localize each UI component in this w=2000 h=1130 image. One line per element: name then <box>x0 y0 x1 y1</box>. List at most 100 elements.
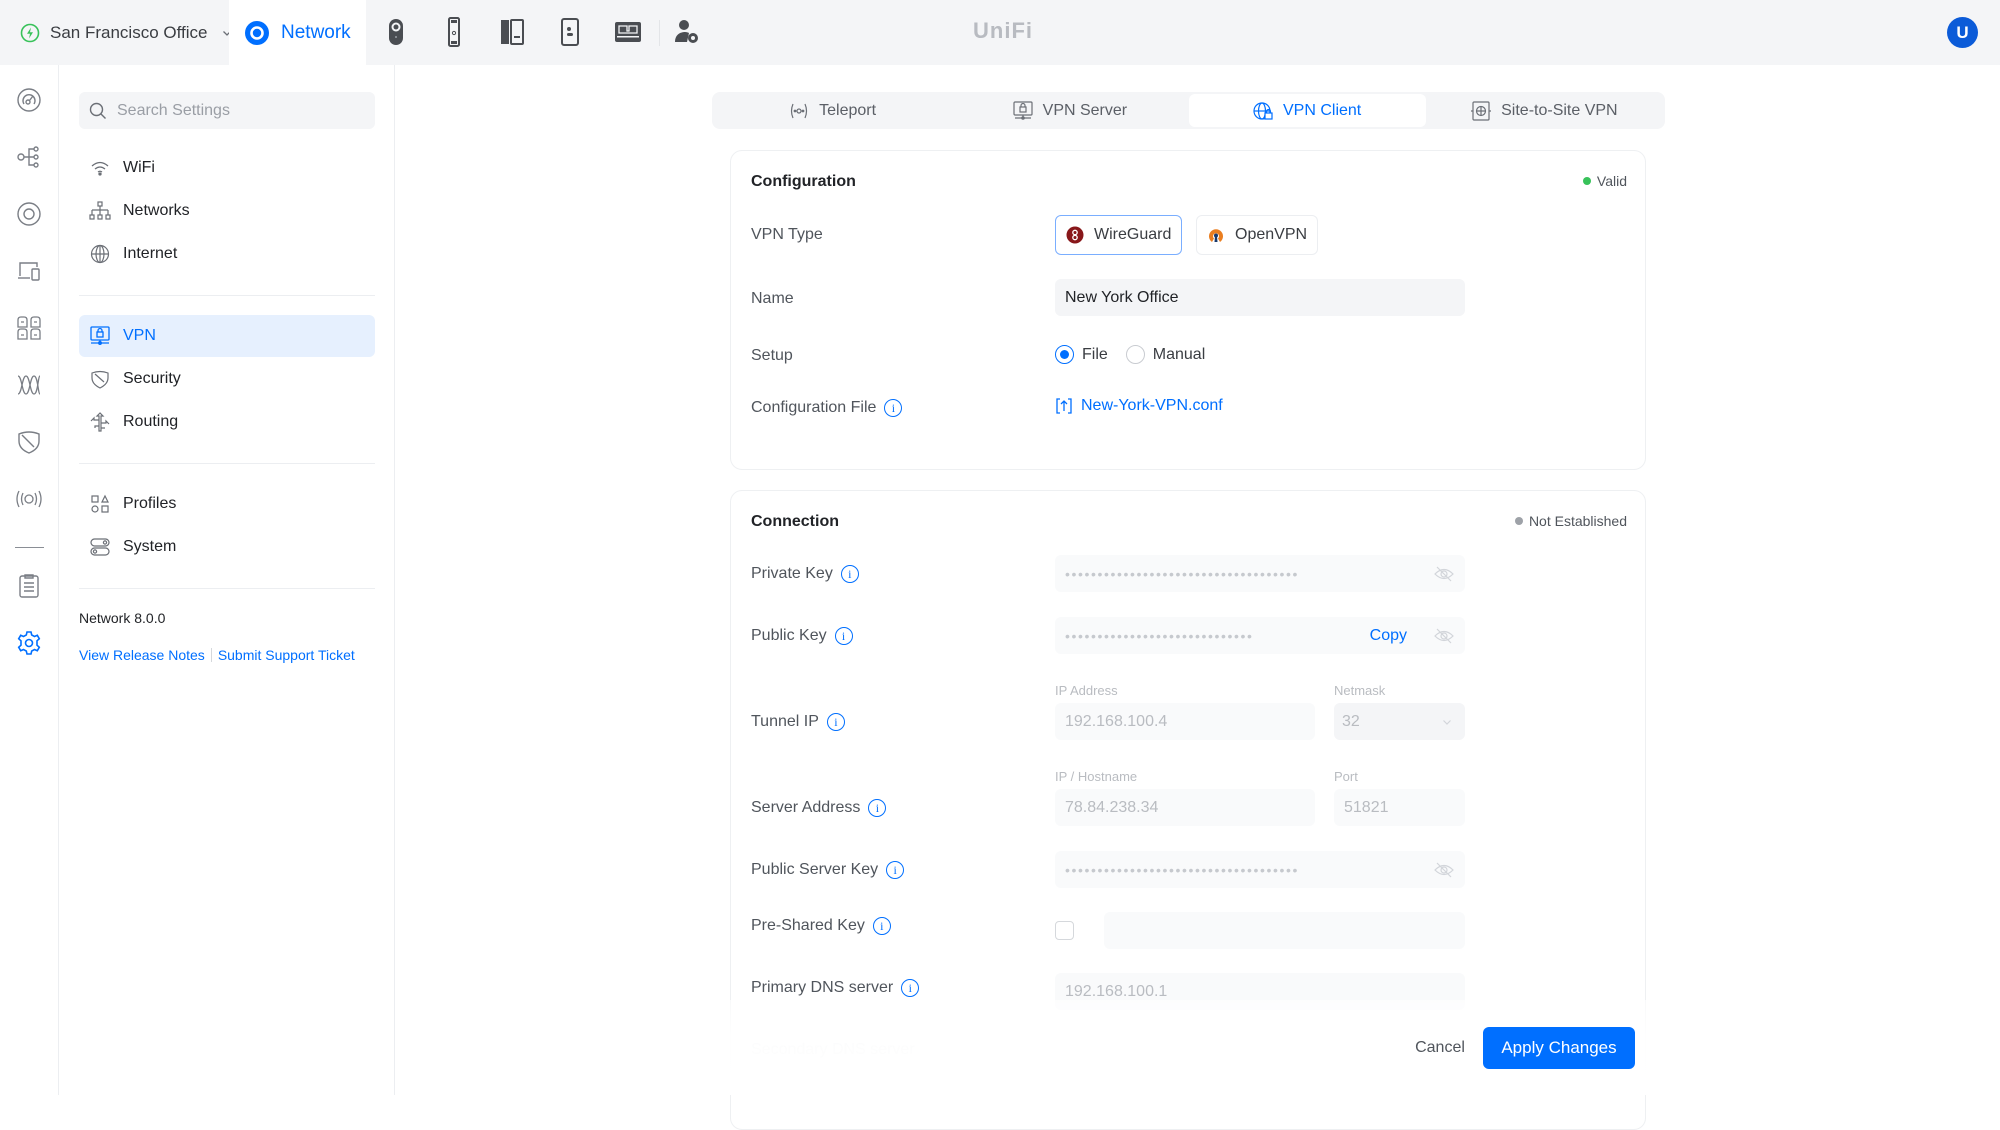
config-file-row-label: Configuration File i <box>751 399 903 417</box>
nav-item-internet[interactable]: Internet <box>79 233 375 275</box>
nav-item-security[interactable]: Security <box>79 358 375 400</box>
setup-radio-manual[interactable] <box>1125 345 1145 364</box>
topology-icon[interactable] <box>14 142 44 172</box>
nav-item-label: VPN <box>123 327 156 344</box>
site-switcher[interactable]: San Francisco Office <box>20 0 233 65</box>
private-key-field[interactable]: •••••••••••••••••••••••••••••••••••• <box>1055 555 1465 592</box>
user-admin-icon[interactable] <box>669 14 705 50</box>
gateway-icon[interactable] <box>610 14 646 50</box>
link-divider <box>210 648 212 662</box>
server-port-input[interactable] <box>1334 789 1465 826</box>
app-tab-network[interactable]: Network <box>229 0 366 65</box>
status-badge: Not Established <box>1514 513 1627 529</box>
settings-panel: WiFi Networks Internet VPN Security Rout… <box>59 65 395 1095</box>
radio-label: Manual <box>1152 345 1206 363</box>
vpn-tabs: Teleport VPN Server VPN Client Site-to-S… <box>712 92 1665 129</box>
primary-dns-row-label: Primary DNS server i <box>751 979 920 997</box>
release-notes-link[interactable]: View Release Notes <box>79 647 205 663</box>
tunnel-ip-input[interactable] <box>1055 703 1315 740</box>
copy-public-key-button[interactable]: Copy <box>1370 627 1407 645</box>
settings-gear-icon[interactable] <box>14 628 44 658</box>
info-icon[interactable]: i <box>872 917 891 935</box>
shield-icon <box>89 368 111 390</box>
info-icon[interactable]: i <box>840 565 859 583</box>
vpn-type-openvpn[interactable]: OpenVPN <box>1196 215 1319 255</box>
wifi-icon <box>89 157 111 179</box>
tab-vpn-client[interactable]: VPN Client <box>1188 94 1426 127</box>
pre-shared-key-input[interactable] <box>1104 912 1465 949</box>
client-devices-icon[interactable] <box>14 256 44 286</box>
user-avatar[interactable]: U <box>1947 17 1978 48</box>
nav-item-wifi[interactable]: WiFi <box>79 147 375 189</box>
tab-site-to-site-vpn[interactable]: Site-to-Site VPN <box>1426 94 1663 127</box>
info-icon[interactable]: i <box>901 979 920 997</box>
setup-radio-group: File Manual <box>1055 345 1205 364</box>
nav-item-label: System <box>123 538 177 555</box>
nav-item-routing[interactable]: Routing <box>79 401 375 443</box>
security-shield-icon[interactable] <box>14 427 44 457</box>
apply-changes-button[interactable]: Apply Changes <box>1483 1027 1635 1069</box>
nav-item-label: Routing <box>123 413 179 430</box>
pre-shared-key-checkbox[interactable] <box>1055 921 1074 940</box>
public-server-key-field[interactable]: •••••••••••••••••••••••••••••••••••• <box>1055 851 1465 888</box>
site-to-site-icon <box>1471 100 1492 121</box>
rail-divider <box>15 547 44 548</box>
radio-icon[interactable] <box>14 484 44 514</box>
intercom-icon[interactable] <box>552 14 588 50</box>
divider <box>79 463 375 464</box>
server-hostname-input[interactable] <box>1055 789 1315 826</box>
teleport-icon <box>789 102 809 120</box>
wireguard-logo-icon <box>1066 226 1084 244</box>
tab-vpn-server[interactable]: VPN Server <box>951 94 1188 127</box>
private-key-label: Private Key <box>751 565 833 582</box>
info-icon[interactable]: i <box>826 713 845 731</box>
dashboard-icon[interactable] <box>14 85 44 115</box>
network-app-icon <box>245 20 269 45</box>
support-ticket-link[interactable]: Submit Support Ticket <box>218 647 355 663</box>
netmask-select[interactable]: 32 <box>1334 703 1465 740</box>
nav-item-profiles[interactable]: Profiles <box>79 483 375 525</box>
divider <box>659 20 660 46</box>
globe-icon <box>89 243 111 265</box>
info-icon[interactable]: i <box>834 627 853 645</box>
nav-item-label: Internet <box>123 245 178 262</box>
search-settings[interactable] <box>79 92 375 129</box>
public-key-row-label: Public Key i <box>751 627 853 645</box>
tab-label: VPN Client <box>1283 101 1362 119</box>
info-icon[interactable]: i <box>886 861 905 879</box>
logs-icon[interactable] <box>14 571 44 601</box>
pre-shared-key-label: Pre-Shared Key <box>751 917 865 934</box>
eye-off-icon[interactable] <box>1433 859 1455 881</box>
profiles-icon <box>89 493 111 515</box>
config-file-link[interactable]: New-York-VPN.conf <box>1055 397 1223 415</box>
access-reader-icon[interactable] <box>494 14 530 50</box>
nav-item-networks[interactable]: Networks <box>79 190 375 232</box>
insights-icon[interactable] <box>14 370 44 400</box>
setup-radio-file[interactable] <box>1055 345 1074 364</box>
devices-icon[interactable] <box>14 199 44 229</box>
search-input[interactable] <box>117 101 357 120</box>
vpn-type-label-text: WireGuard <box>1094 226 1172 243</box>
cancel-button[interactable]: Cancel <box>1390 1028 1490 1068</box>
public-key-field[interactable]: ••••••••••••••••••••••••••••• Copy <box>1055 617 1465 654</box>
public-server-key-mask: •••••••••••••••••••••••••••••••••••• <box>1065 861 1300 878</box>
eye-off-icon[interactable] <box>1433 563 1455 585</box>
camera-icon[interactable] <box>378 14 414 50</box>
nav-item-vpn[interactable]: VPN <box>79 315 375 357</box>
tab-teleport[interactable]: Teleport <box>714 94 951 127</box>
vpn-type-label-text: OpenVPN <box>1235 226 1308 243</box>
eye-off-icon[interactable] <box>1433 625 1455 647</box>
info-icon[interactable]: i <box>884 399 903 417</box>
support-links: View Release Notes Submit Support Ticket <box>79 647 355 663</box>
site-name: San Francisco Office <box>50 22 208 42</box>
name-input[interactable] <box>1055 279 1465 316</box>
vpn-server-icon <box>1013 100 1033 121</box>
doorbell-icon[interactable] <box>436 14 472 50</box>
nav-item-label: Profiles <box>123 495 177 512</box>
status-dot-valid <box>1582 177 1591 185</box>
nav-item-system[interactable]: System <box>79 526 375 568</box>
ports-icon[interactable] <box>14 313 44 343</box>
vpn-type-wireguard[interactable]: WireGuard <box>1055 215 1183 255</box>
info-icon[interactable]: i <box>868 799 887 817</box>
config-file-label: Configuration File <box>751 399 877 416</box>
